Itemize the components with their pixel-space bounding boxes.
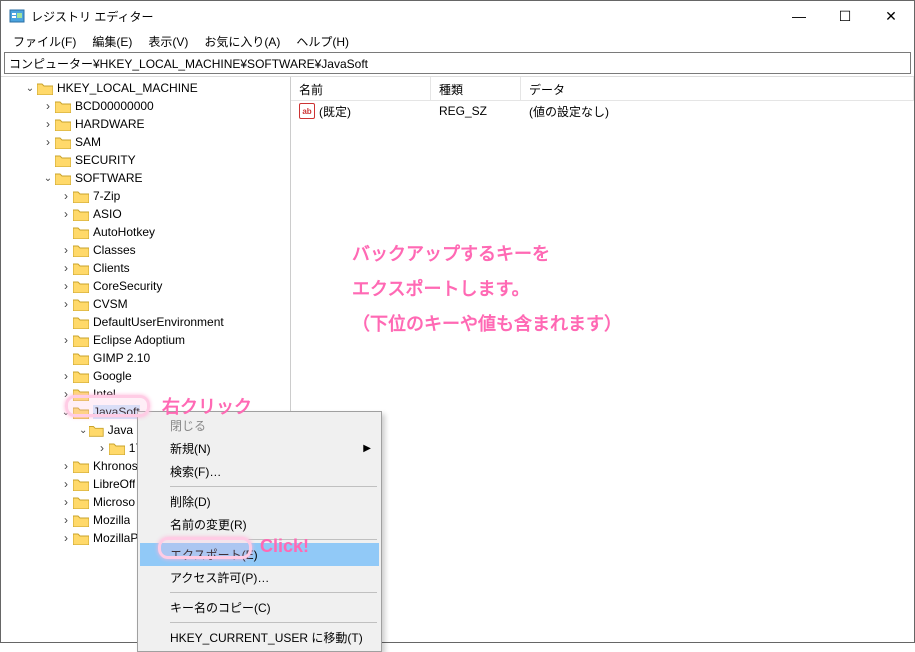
list-header: 名前 種類 データ bbox=[291, 77, 914, 101]
value-row-default[interactable]: ab(既定) REG_SZ (値の設定なし) bbox=[291, 101, 914, 121]
folder-icon bbox=[55, 136, 71, 149]
folder-icon bbox=[73, 316, 89, 329]
folder-icon bbox=[73, 262, 89, 275]
tree-node-libreoffice[interactable]: LibreOff bbox=[5, 475, 142, 493]
menu-item-delete[interactable]: 削除(D) bbox=[140, 490, 379, 513]
menu-help[interactable]: ヘルプ(H) bbox=[288, 31, 357, 52]
menu-item-rename[interactable]: 名前の変更(R) bbox=[140, 513, 379, 536]
tree-node-hklm[interactable]: HKEY_LOCAL_MACHINE bbox=[5, 79, 290, 97]
folder-icon bbox=[73, 298, 89, 311]
menubar: ファイル(F) 編集(E) 表示(V) お気に入り(A) ヘルプ(H) bbox=[1, 31, 914, 51]
folder-icon bbox=[73, 334, 89, 347]
maximize-button[interactable]: ☐ bbox=[822, 1, 868, 31]
tree-node-microsoft[interactable]: Microso bbox=[5, 493, 142, 511]
tree-node-asio[interactable]: ASIO bbox=[5, 205, 290, 223]
menu-view[interactable]: 表示(V) bbox=[140, 31, 196, 52]
close-button[interactable]: ✕ bbox=[868, 1, 914, 31]
tree-node-mozillap[interactable]: MozillaP bbox=[5, 529, 142, 547]
folder-icon bbox=[73, 496, 89, 509]
tree-node-intel[interactable]: Intel bbox=[5, 385, 290, 403]
tree-node-google[interactable]: Google bbox=[5, 367, 290, 385]
menu-item-export[interactable]: エクスポート(E) bbox=[140, 543, 379, 566]
value-data: (値の設定なし) bbox=[521, 101, 914, 122]
submenu-arrow-icon: ▶ bbox=[363, 443, 371, 454]
folder-icon bbox=[55, 100, 71, 113]
tree-node-7zip[interactable]: 7-Zip bbox=[5, 187, 290, 205]
folder-icon bbox=[109, 442, 125, 455]
tree-node-bcd[interactable]: BCD00000000 bbox=[5, 97, 290, 115]
col-data[interactable]: データ bbox=[521, 77, 914, 100]
folder-icon bbox=[55, 118, 71, 131]
titlebar: レジストリ エディター — ☐ ✕ bbox=[1, 1, 914, 31]
tree-node-software[interactable]: SOFTWARE bbox=[5, 169, 290, 187]
string-icon: ab bbox=[299, 103, 315, 119]
menu-separator bbox=[170, 592, 377, 593]
menu-file[interactable]: ファイル(F) bbox=[5, 31, 84, 52]
tree-node-security[interactable]: SECURITY bbox=[5, 151, 290, 169]
folder-icon bbox=[73, 478, 89, 491]
folder-icon bbox=[73, 226, 89, 239]
tree-node-java-hidden[interactable]: Java ... bbox=[5, 421, 142, 439]
tree-node-classes[interactable]: Classes bbox=[5, 241, 290, 259]
tree-node-gimp[interactable]: GIMP 2.10 bbox=[5, 349, 290, 367]
menu-item-move-hkcu[interactable]: HKEY_CURRENT_USER に移動(T) bbox=[140, 626, 379, 649]
folder-icon bbox=[73, 280, 89, 293]
menu-separator bbox=[170, 622, 377, 623]
col-name[interactable]: 名前 bbox=[291, 77, 431, 100]
folder-icon bbox=[73, 532, 89, 545]
tree-node-khronos[interactable]: Khronos bbox=[5, 457, 142, 475]
menu-item-find[interactable]: 検索(F)… bbox=[140, 460, 379, 483]
folder-icon bbox=[37, 82, 53, 95]
menu-item-new[interactable]: 新規(N)▶ bbox=[140, 437, 379, 460]
folder-icon bbox=[73, 244, 89, 257]
folder-icon bbox=[73, 514, 89, 527]
value-name: (既定) bbox=[319, 103, 351, 120]
regedit-icon bbox=[9, 8, 25, 24]
menu-separator bbox=[170, 539, 377, 540]
folder-icon bbox=[73, 406, 89, 419]
tree-node-coresecurity[interactable]: CoreSecurity bbox=[5, 277, 290, 295]
menu-item-close: 閉じる bbox=[140, 414, 379, 437]
folder-icon bbox=[73, 388, 89, 401]
minimize-button[interactable]: — bbox=[776, 1, 822, 31]
col-type[interactable]: 種類 bbox=[431, 77, 521, 100]
value-type: REG_SZ bbox=[431, 102, 521, 120]
folder-icon bbox=[73, 460, 89, 473]
window-title: レジストリ エディター bbox=[31, 8, 776, 25]
folder-icon bbox=[89, 424, 103, 437]
menu-separator bbox=[170, 486, 377, 487]
menu-item-permissions[interactable]: アクセス許可(P)… bbox=[140, 566, 379, 589]
menu-edit[interactable]: 編集(E) bbox=[84, 31, 140, 52]
menu-item-copykey[interactable]: キー名のコピー(C) bbox=[140, 596, 379, 619]
tree-node-autohotkey[interactable]: AutoHotkey bbox=[5, 223, 290, 241]
address-bar[interactable]: コンピューター¥HKEY_LOCAL_MACHINE¥SOFTWARE¥Java… bbox=[4, 52, 911, 74]
folder-icon bbox=[73, 352, 89, 365]
tree-node-defaultuserenv[interactable]: DefaultUserEnvironment bbox=[5, 313, 290, 331]
tree-node-cvsm[interactable]: CVSM bbox=[5, 295, 290, 313]
folder-icon bbox=[73, 208, 89, 221]
folder-icon bbox=[73, 190, 89, 203]
tree-node-hardware[interactable]: HARDWARE bbox=[5, 115, 290, 133]
tree-node-clients[interactable]: Clients bbox=[5, 259, 290, 277]
tree-node-eclipse[interactable]: Eclipse Adoptium bbox=[5, 331, 290, 349]
tree-node-mozilla[interactable]: Mozilla bbox=[5, 511, 142, 529]
folder-icon bbox=[55, 172, 71, 185]
tree-node-17[interactable]: 17 bbox=[5, 439, 142, 457]
folder-icon bbox=[55, 154, 71, 167]
menu-favorites[interactable]: お気に入り(A) bbox=[196, 31, 288, 52]
tree-node-sam[interactable]: SAM bbox=[5, 133, 290, 151]
values-pane[interactable]: 名前 種類 データ ab(既定) REG_SZ (値の設定なし) bbox=[291, 77, 914, 642]
folder-icon bbox=[73, 370, 89, 383]
context-menu: 閉じる 新規(N)▶ 検索(F)… 削除(D) 名前の変更(R) エクスポート(… bbox=[137, 411, 382, 652]
